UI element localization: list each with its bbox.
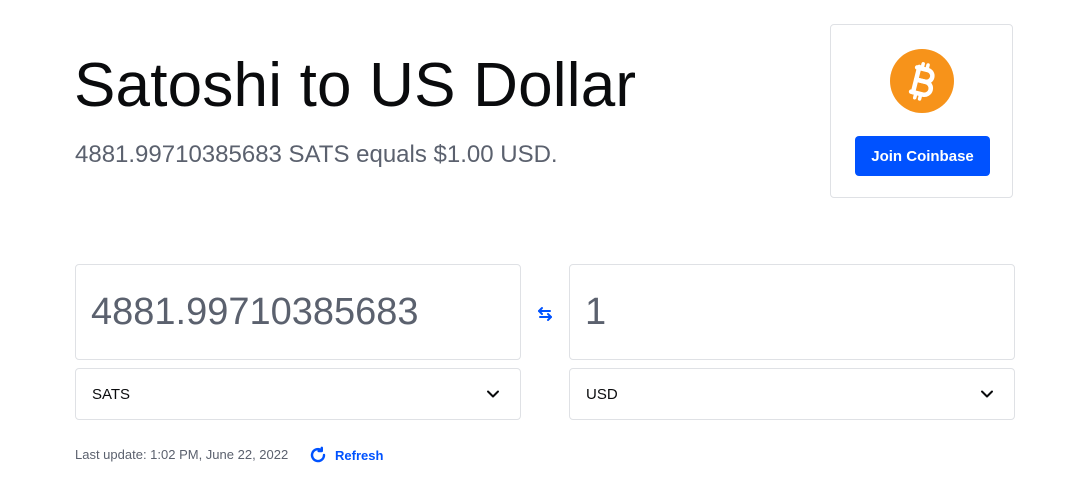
page-title: Satoshi to US Dollar [74,51,637,120]
swap-arrows-icon[interactable] [536,305,554,323]
from-amount-input[interactable] [91,265,501,359]
bitcoin-icon [890,49,954,113]
to-amount-input[interactable] [585,265,995,359]
to-currency-select[interactable]: USD [569,368,1015,420]
from-currency-select[interactable]: SATS [75,368,521,420]
promo-card: Join Coinbase [830,24,1013,198]
chevron-down-icon [981,390,993,398]
refresh-label: Refresh [335,447,384,463]
refresh-icon [310,446,326,463]
to-currency-value: USD [586,386,618,403]
to-amount-box [569,264,1015,360]
from-currency-value: SATS [92,386,131,403]
page: Satoshi to US Dollar 4881.99710385683 SA… [0,0,1084,492]
from-amount-box [75,264,521,360]
join-coinbase-button[interactable]: Join Coinbase [855,136,990,176]
conversion-summary: 4881.99710385683 SATS equals $1.00 USD. [75,141,558,168]
refresh-button[interactable]: Refresh [309,444,383,466]
chevron-down-icon [487,390,499,398]
last-update-text: Last update: 1:02 PM, June 22, 2022 [75,447,289,462]
